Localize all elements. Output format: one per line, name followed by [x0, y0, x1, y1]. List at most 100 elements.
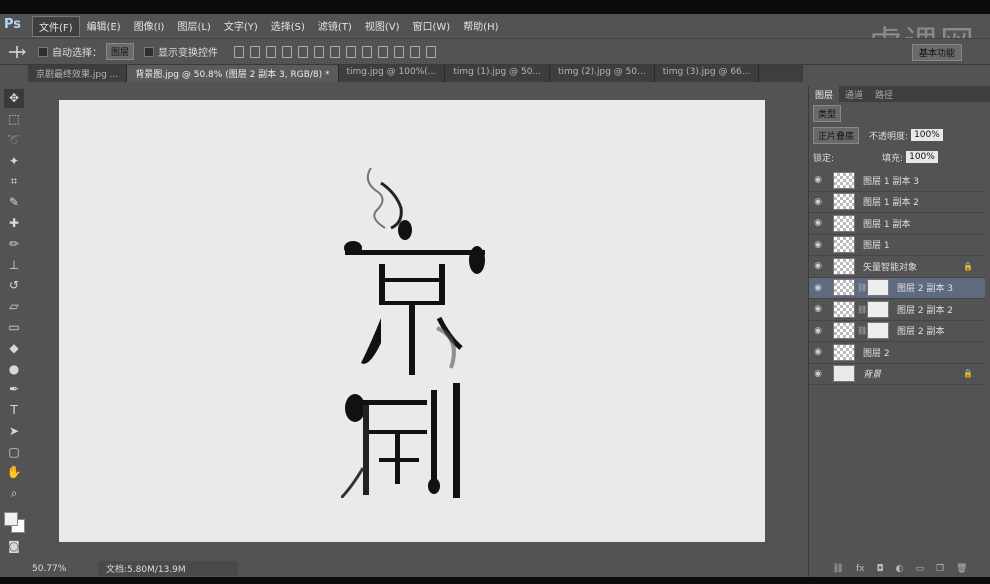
history-brush-icon[interactable]: ↺: [4, 276, 24, 295]
show-transform-checkbox[interactable]: [144, 46, 155, 57]
menu-edit[interactable]: 编辑(E): [81, 16, 127, 37]
gradient-tool-icon[interactable]: ▭: [4, 318, 24, 337]
distribute-bottom-icon[interactable]: [362, 45, 373, 58]
doc-tab-active[interactable]: 背景图.jpg @ 50.8% (图层 2 副本 3, RGB/8) *: [127, 65, 339, 82]
shape-tool-icon[interactable]: ▢: [4, 442, 24, 461]
layer-row[interactable]: ◉ 图层 1 副本: [809, 213, 985, 235]
quick-mask-icon[interactable]: ◙: [4, 536, 24, 555]
menu-type[interactable]: 文字(Y): [218, 16, 264, 37]
doc-tab[interactable]: 京剧最终效果.jpg ...: [28, 65, 128, 82]
menu-file[interactable]: 文件(F): [32, 15, 80, 37]
link-layers-icon[interactable]: ⛓: [833, 564, 844, 574]
tab-channels[interactable]: 通道: [839, 86, 869, 102]
visibility-eye-icon[interactable]: ◉: [809, 283, 827, 293]
menu-window[interactable]: 窗口(W): [406, 16, 456, 37]
adjustment-layer-icon[interactable]: ◐: [896, 564, 904, 574]
workspace-dropdown[interactable]: 基本功能: [911, 44, 962, 61]
link-chain-icon[interactable]: ⛓: [857, 283, 867, 292]
layer-row[interactable]: ◉ 图层 1 副本 3: [809, 170, 985, 192]
visibility-eye-icon[interactable]: ◉: [809, 240, 827, 250]
move-tool-icon[interactable]: ✥: [4, 89, 24, 108]
crop-tool-icon[interactable]: ⌗: [4, 172, 24, 191]
opacity-field[interactable]: 100%: [911, 129, 943, 141]
menu-filter[interactable]: 滤镜(T): [312, 16, 358, 37]
align-vcenter-icon[interactable]: [250, 45, 261, 58]
menu-help[interactable]: 帮助(H): [457, 16, 504, 37]
healing-brush-icon[interactable]: ✚: [4, 214, 24, 233]
zoom-level[interactable]: 50.77%: [28, 564, 68, 574]
doc-tab[interactable]: timg (3).jpg @ 66...: [655, 65, 760, 82]
clone-stamp-icon[interactable]: ⊥: [4, 255, 24, 274]
fill-field[interactable]: 100%: [906, 151, 938, 163]
eyedropper-icon[interactable]: ✎: [4, 193, 24, 212]
move-tool-preset[interactable]: [6, 45, 28, 59]
pen-tool-icon[interactable]: ✒: [4, 380, 24, 399]
dodge-tool-icon[interactable]: ●: [4, 359, 24, 378]
visibility-eye-icon[interactable]: ◉: [809, 197, 827, 207]
auto-align-icon[interactable]: [426, 45, 437, 58]
marquee-tool-icon[interactable]: ⬚: [4, 110, 24, 129]
doc-tab[interactable]: timg.jpg @ 100%(...: [339, 65, 446, 82]
align-right-icon[interactable]: [314, 45, 325, 58]
doc-tab[interactable]: timg (1).jpg @ 50...: [445, 65, 551, 82]
menu-select[interactable]: 选择(S): [265, 16, 311, 37]
visibility-eye-icon[interactable]: ◉: [809, 304, 827, 314]
layer-row-selected[interactable]: ◉ ⛓ 图层 2 副本 3: [809, 277, 985, 299]
layer-row[interactable]: ◉ ⛓ 图层 2 副本: [809, 321, 985, 342]
layer-row[interactable]: ◉ ⛓ 图层 2 副本 2: [809, 299, 985, 321]
magic-wand-icon[interactable]: ✦: [4, 151, 24, 170]
visibility-eye-icon[interactable]: ◉: [809, 369, 827, 379]
auto-select-checkbox[interactable]: [38, 46, 48, 57]
layer-row[interactable]: ◉ 矢量智能对象 🔒: [809, 256, 985, 278]
align-bottom-icon[interactable]: [266, 45, 277, 58]
blur-tool-icon[interactable]: ◆: [4, 338, 24, 357]
foreground-color-swatch[interactable]: [4, 511, 18, 526]
new-layer-icon[interactable]: ❐: [936, 564, 944, 574]
type-tool-icon[interactable]: T: [4, 401, 24, 420]
distribute-hcenter-icon[interactable]: [394, 45, 405, 58]
link-chain-icon[interactable]: ⛓: [857, 326, 867, 335]
visibility-eye-icon[interactable]: ◉: [809, 218, 827, 228]
distribute-right-icon[interactable]: [410, 45, 421, 58]
visibility-eye-icon[interactable]: ◉: [809, 261, 827, 271]
tab-paths[interactable]: 路径: [869, 86, 899, 102]
color-swatches[interactable]: [2, 510, 26, 536]
lasso-tool-icon[interactable]: ➰: [4, 131, 24, 150]
add-mask-icon[interactable]: ◘: [876, 564, 883, 574]
layer-mask-thumbnail[interactable]: [867, 300, 889, 318]
link-chain-icon[interactable]: ⛓: [857, 305, 867, 314]
visibility-eye-icon[interactable]: ◉: [809, 326, 827, 336]
hand-tool-icon[interactable]: ✋: [4, 463, 24, 482]
layer-row[interactable]: ◉ 图层 2: [809, 342, 985, 364]
document-canvas[interactable]: [59, 100, 765, 542]
path-select-icon[interactable]: ➤: [4, 422, 24, 441]
auto-select-dropdown[interactable]: 图层: [106, 43, 135, 60]
align-left-icon[interactable]: [282, 45, 293, 58]
zoom-tool-icon[interactable]: ⌕: [4, 484, 24, 503]
tab-layers[interactable]: 图层: [809, 86, 840, 102]
blend-mode-dropdown[interactable]: 正片叠底: [813, 126, 860, 144]
visibility-eye-icon[interactable]: ◉: [809, 347, 827, 357]
distribute-left-icon[interactable]: [378, 45, 389, 58]
new-group-icon[interactable]: ▭: [915, 564, 924, 574]
layer-row[interactable]: ◉ 图层 1: [809, 235, 985, 256]
menu-layer[interactable]: 图层(L): [171, 16, 216, 37]
brush-tool-icon[interactable]: ✏: [4, 234, 24, 253]
delete-layer-icon[interactable]: 🗑: [956, 564, 967, 574]
eraser-tool-icon[interactable]: ▱: [4, 297, 24, 316]
document-size[interactable]: 文档:5.80M/13.9M: [98, 561, 238, 576]
layer-mask-thumbnail[interactable]: [867, 322, 889, 340]
kind-filter-dropdown[interactable]: 类型: [813, 104, 842, 122]
align-hcenter-icon[interactable]: [298, 45, 309, 58]
menu-image[interactable]: 图像(I): [128, 16, 171, 37]
align-top-icon[interactable]: [234, 45, 245, 58]
layer-mask-thumbnail[interactable]: [867, 279, 889, 297]
distribute-top-icon[interactable]: [330, 45, 341, 58]
layer-row[interactable]: ◉ 图层 1 副本 2: [809, 192, 985, 213]
doc-tab[interactable]: timg (2).jpg @ 50...: [550, 65, 655, 82]
layer-style-icon[interactable]: fx: [856, 564, 865, 574]
visibility-eye-icon[interactable]: ◉: [809, 175, 827, 185]
distribute-vcenter-icon[interactable]: [346, 45, 357, 58]
menu-view[interactable]: 视图(V): [359, 16, 406, 37]
layer-row[interactable]: ◉ 背景 🔒: [809, 364, 985, 385]
